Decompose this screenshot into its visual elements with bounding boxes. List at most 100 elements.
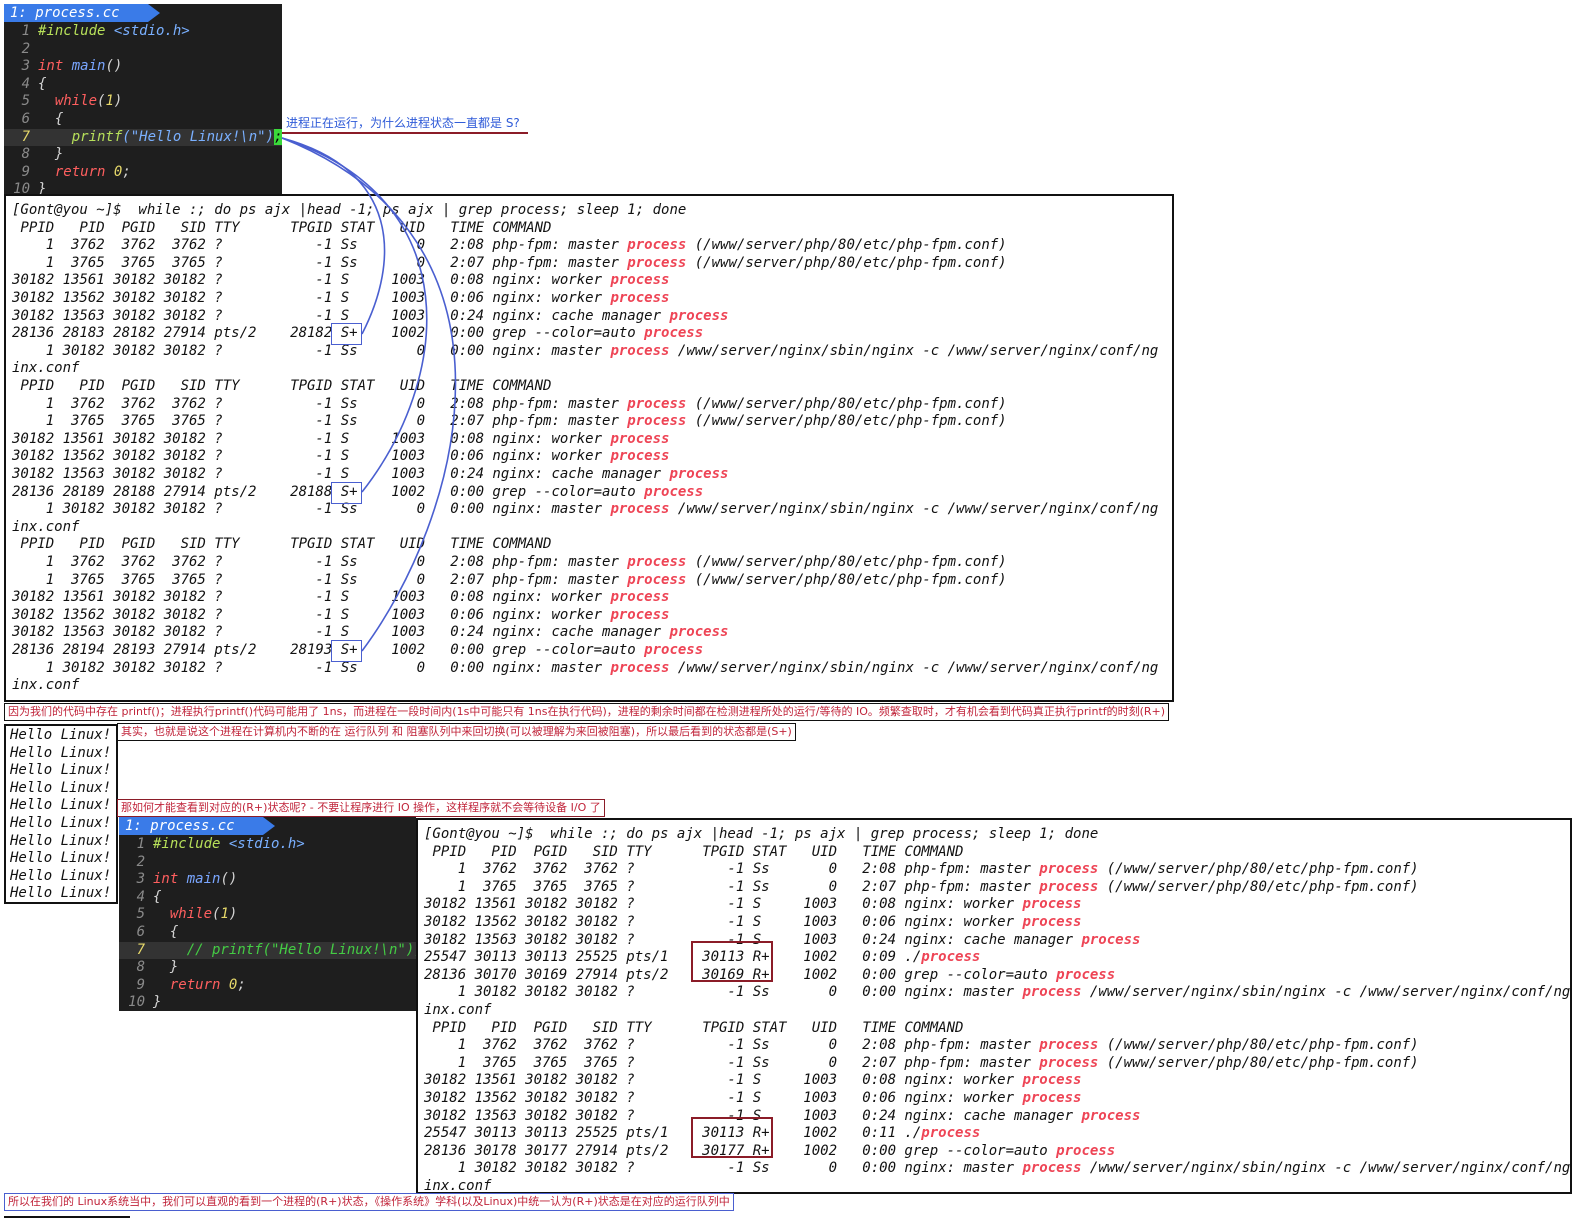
code-line[interactable]: 1 #include <stdio.h> (119, 836, 416, 854)
terminal-text: 25547 30113 30113 25525 pts/1 30113 R+ 1… (424, 1125, 922, 1142)
code-token: } (153, 994, 162, 1011)
code-token: () (220, 871, 238, 888)
code-token: 1 (220, 906, 229, 923)
note-howto: 那如何才能查看到对应的(R+)状态呢? - 不要让程序进行 IO 操作，这样程序… (117, 799, 605, 817)
code-token: { (153, 888, 162, 905)
terminal-text: 30182 13561 30182 30182 ? -1 S 1003 0:08… (424, 896, 1023, 913)
code-token: main (186, 871, 221, 888)
line-number: 5 (136, 906, 145, 923)
terminal-line: inx.conf (424, 1002, 491, 1020)
editor-tab-bottom[interactable]: 1: process.cc (119, 817, 263, 835)
grep-match: process (1081, 1107, 1141, 1124)
terminal-line: 30182 13563 30182 30182 ? -1 S 1003 0:24… (424, 932, 1140, 950)
code-token: #include (153, 836, 229, 852)
terminal-line: 30182 13562 30182 30182 ? -1 S 1003 0:06… (424, 914, 1081, 932)
output-line: Hello Linux! (10, 885, 112, 902)
terminal-line: PPID PID PGID SID TTY TPGID STAT UID TIM… (424, 1020, 963, 1038)
terminal-text: 30182 13562 30182 30182 ? -1 S 1003 0:06… (424, 1090, 1023, 1106)
code-token: <stdio.h> (228, 836, 305, 852)
code-line[interactable]: 3 int main() (119, 871, 416, 889)
grep-match: process (921, 1125, 981, 1142)
output-line: Hello Linux! (10, 744, 112, 761)
terminal-text: (/www/server/php/80/etc/php-fpm.conf) (1098, 878, 1419, 895)
grep-match: process (1056, 1142, 1116, 1159)
terminal-text: /www/server/nginx/sbin/nginx -c /www/ser… (1081, 1160, 1571, 1177)
grep-match: process (1039, 878, 1099, 895)
terminal-text: 1 3765 3765 3765 ? -1 Ss 0 2:07 php-fpm:… (424, 1054, 1040, 1071)
code-line[interactable]: 5 while(1) (119, 906, 416, 924)
output-line: Hello Linux! (10, 850, 112, 867)
terminal-line: 30182 13561 30182 30182 ? -1 S 1003 0:08… (424, 896, 1081, 914)
terminal-line: 1 3762 3762 3762 ? -1 Ss 0 2:08 php-fpm:… (424, 1037, 1419, 1055)
terminal-text: 1 3762 3762 3762 ? -1 Ss 0 2:08 php-fpm:… (424, 861, 1040, 878)
terminal-text: 1 3765 3765 3765 ? -1 Ss 0 2:07 php-fpm:… (424, 878, 1040, 895)
code-token: ; (237, 976, 246, 993)
tab-arrow-icon (263, 817, 275, 835)
grep-match: process (1022, 1160, 1082, 1177)
terminal-line: 1 30182 30182 30182 ? -1 Ss 0 0:00 nginx… (424, 1160, 1570, 1178)
grep-match: process (921, 949, 981, 966)
terminal-text: inx.conf (424, 1178, 492, 1194)
note-queue-switch: 其实，也就是说这个进程在计算机内不断的在 运行队列 和 阻塞队列中来回切换(可以… (117, 723, 796, 741)
code-token: return (169, 976, 229, 993)
grep-match: process (1022, 1072, 1082, 1089)
grep-match: process (1039, 1037, 1099, 1054)
terminal-line: 1 3765 3765 3765 ? -1 Ss 0 2:07 php-fpm:… (424, 1055, 1419, 1073)
terminal-text: 1 30182 30182 30182 ? -1 Ss 0 0:00 nginx… (424, 1160, 1023, 1177)
terminal-line: 30182 13561 30182 30182 ? -1 S 1003 0:08… (424, 1072, 1081, 1090)
code-line[interactable]: 4{ (119, 889, 416, 907)
grep-match: process (1039, 861, 1099, 878)
output-line: Hello Linux! (10, 832, 112, 849)
grep-match: process (1022, 896, 1082, 913)
grep-match: process (1022, 984, 1082, 1001)
line-number: 1 (136, 836, 145, 852)
terminal-text: (/www/server/php/80/etc/php-fpm.conf) (1098, 1054, 1419, 1071)
line-number: 10 (128, 994, 145, 1011)
program-output: Hello Linux! Hello Linux! Hello Linux! Hell… (4, 724, 118, 904)
terminal-line: 30182 13563 30182 30182 ? -1 S 1003 0:24… (424, 1108, 1140, 1126)
output-line: Hello Linux! (10, 762, 112, 779)
grep-match: process (1022, 914, 1082, 930)
code-line[interactable]: 6 { (119, 924, 416, 942)
terminal-text: inx.conf (424, 1002, 492, 1018)
note-conclusion: 所以在我们的 Linux系统当中，我们可以直观的看到一个进程的(R+)状态，《操… (4, 1193, 734, 1211)
terminal-line: inx.conf (424, 1178, 492, 1194)
code-token: int (153, 871, 187, 888)
code-token: { (153, 924, 179, 940)
code-token: while (169, 906, 213, 923)
terminal-text: (/www/server/php/80/etc/php-fpm.conf) (1098, 861, 1419, 878)
line-number: 4 (136, 888, 145, 905)
line-number: 8 (136, 959, 145, 976)
code-line[interactable]: 7 // printf("Hello Linux!\n"); (119, 941, 416, 960)
note-explanation: 因为我们的代码中存在 printf()；进程执行printf()代码可能用了 1… (4, 703, 1170, 721)
terminal-text: 30182 13561 30182 30182 ? -1 S 1003 0:08… (424, 1072, 1023, 1089)
line-number: 7 (136, 941, 145, 958)
terminal-text: /www/server/nginx/sbin/nginx -c /www/ser… (1081, 984, 1571, 1001)
terminal-line: PPID PID PGID SID TTY TPGID STAT UID TIM… (424, 844, 963, 862)
r-plus-highlight-box (691, 941, 773, 982)
grep-match: process (1022, 1090, 1082, 1106)
code-line[interactable]: 9 return 0; (119, 977, 416, 995)
terminal-text: (/www/server/php/80/etc/php-fpm.conf) (1098, 1037, 1419, 1054)
divider (4, 1216, 130, 1218)
terminal-bottom[interactable]: [Gont@you ~]$ while :; do ps ajx |head -… (416, 818, 1572, 1194)
terminal-text: 1 3762 3762 3762 ? -1 Ss 0 2:08 php-fpm:… (424, 1037, 1040, 1054)
terminal-text: [Gont@you ~]$ while :; do ps ajx |head -… (424, 826, 1099, 842)
terminal-line: 1 30182 30182 30182 ? -1 Ss 0 0:00 nginx… (424, 984, 1570, 1002)
line-number: 9 (136, 976, 145, 993)
grep-match: process (1081, 931, 1141, 948)
code-line[interactable]: 8 } (119, 959, 416, 977)
code-line[interactable]: 2 (119, 854, 416, 872)
code-token: ) (228, 906, 238, 923)
editor-panel-bottom[interactable]: 1: process.cc 1 #include <stdio.h> 2 3 int m… (119, 817, 416, 1011)
r-plus-highlight-box (691, 1117, 773, 1158)
code-line[interactable]: 10} (119, 994, 416, 1011)
output-line: Hello Linux! (10, 797, 112, 814)
terminal-text: 1 30182 30182 30182 ? -1 Ss 0 0:00 nginx… (424, 984, 1023, 1001)
output-line: Hello Linux! (10, 815, 112, 831)
line-number: 3 (136, 871, 145, 888)
terminal-line: 1 3765 3765 3765 ? -1 Ss 0 2:07 php-fpm:… (424, 879, 1419, 897)
